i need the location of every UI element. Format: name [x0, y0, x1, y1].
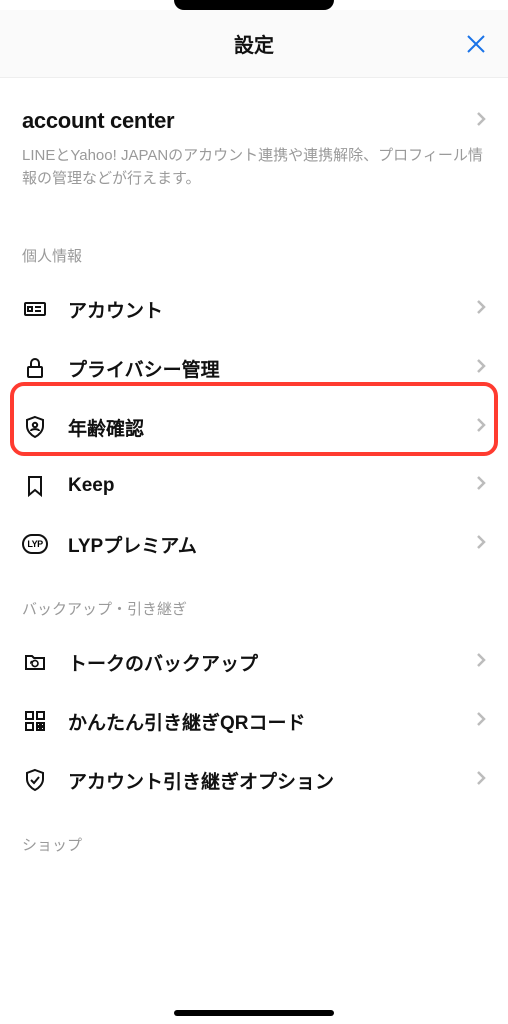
section-header-backup: バックアップ・引き継ぎ — [0, 574, 508, 633]
list-item-talk-backup[interactable]: トークのバックアップ — [0, 633, 508, 692]
lyp-icon: LYP — [22, 531, 48, 557]
chevron-right-icon — [476, 770, 486, 791]
id-card-icon — [22, 296, 48, 322]
list-item-label: トークのバックアップ — [68, 649, 476, 676]
list-item-label: プライバシー管理 — [68, 355, 476, 382]
list-item-label: Keep — [68, 475, 476, 497]
list-item-age-verify[interactable]: 年齢確認 — [0, 398, 508, 457]
chevron-right-icon — [476, 299, 486, 320]
chevron-right-icon — [476, 711, 486, 732]
section-header-personal: 個人情報 — [0, 221, 508, 280]
list-item-label: 年齢確認 — [68, 414, 476, 441]
page-title: 設定 — [234, 29, 274, 58]
list-item-keep[interactable]: Keep — [0, 457, 508, 515]
close-icon — [464, 32, 488, 56]
list-item-label: かんたん引き継ぎQRコード — [68, 708, 476, 735]
chevron-right-icon — [476, 358, 486, 379]
list-item-qr-transfer[interactable]: かんたん引き継ぎQRコード — [0, 692, 508, 751]
list-item-account-transfer[interactable]: アカウント引き継ぎオプション — [0, 751, 508, 810]
lock-icon — [22, 355, 48, 381]
account-center-title: account center — [22, 108, 174, 134]
chevron-right-icon — [476, 417, 486, 438]
section-header-shop: ショップ — [0, 810, 508, 869]
device-notch — [174, 0, 334, 10]
chevron-right-icon — [476, 475, 486, 496]
header: 設定 — [0, 10, 508, 78]
qr-code-icon — [22, 708, 48, 734]
chevron-right-icon — [476, 652, 486, 673]
list-item-label: アカウント引き継ぎオプション — [68, 767, 476, 794]
list-item-label: LYPプレミアム — [68, 531, 476, 558]
close-button[interactable] — [462, 30, 490, 58]
account-center-row[interactable]: account center — [22, 108, 486, 134]
folder-sync-icon — [22, 649, 48, 675]
chevron-right-icon — [476, 534, 486, 555]
list-item-account[interactable]: アカウント — [0, 280, 508, 339]
list-item-privacy[interactable]: プライバシー管理 — [0, 339, 508, 398]
list-item-label: アカウント — [68, 296, 476, 323]
content-scroll[interactable]: account center LINEとYahoo! JAPANのアカウント連携… — [0, 78, 508, 1024]
account-center-description: LINEとYahoo! JAPANのアカウント連携や連携解除、プロフィール情報の… — [22, 144, 486, 191]
bookmark-icon — [22, 473, 48, 499]
list-item-lyp-premium[interactable]: LYP LYPプレミアム — [0, 515, 508, 574]
shield-check-icon — [22, 767, 48, 793]
shield-person-icon — [22, 414, 48, 440]
chevron-right-icon — [476, 111, 486, 132]
home-indicator[interactable] — [174, 1010, 334, 1016]
